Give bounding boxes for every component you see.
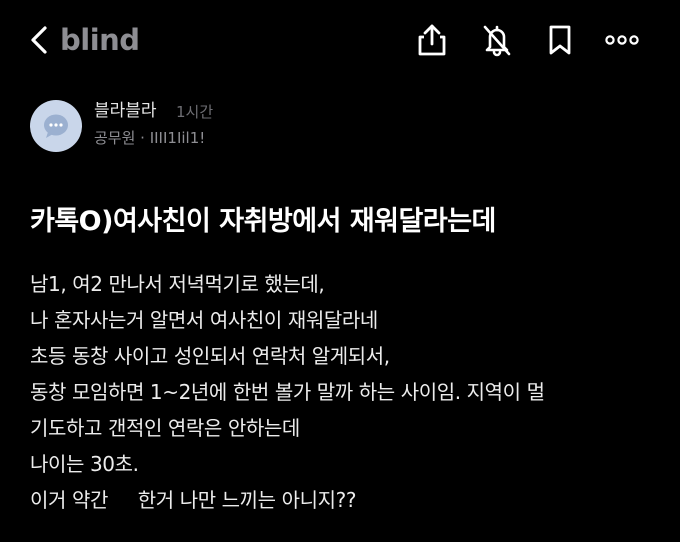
bookmark-icon [549, 25, 571, 55]
body-line: 동창 모임하면 1~2년에 한번 볼가 말까 하는 사이임. 지역이 멀 [30, 380, 545, 404]
blind-logo[interactable]: blind [60, 20, 140, 60]
chat-bubble-icon [44, 114, 68, 138]
body-line: 초등 동창 사이고 성인되서 연락처 알게되서, [30, 344, 390, 368]
back-button[interactable] [24, 22, 54, 58]
top-bar: blind [0, 0, 680, 80]
share-icon [418, 24, 446, 56]
post-body: 남1, 여2 만나서 저녁먹기로 했는데, 나 혼자사는거 알면서 여사친이 재… [30, 266, 670, 518]
post-time: 1시간 [176, 103, 214, 121]
more-horizontal-icon [605, 35, 639, 45]
bookmark-button[interactable] [540, 20, 580, 60]
body-line: 남1, 여2 만나서 저녁먹기로 했는데, [30, 272, 325, 296]
more-options-button[interactable] [602, 20, 642, 60]
share-button[interactable] [412, 20, 452, 60]
author-company[interactable]: 공무원 · IIII1Iil1! [94, 126, 205, 150]
notification-toggle-button[interactable] [477, 20, 517, 60]
avatar[interactable] [30, 100, 82, 152]
author-name[interactable]: 블라블라 [94, 98, 157, 124]
bell-off-icon [483, 25, 511, 57]
post-title: 카톡O)여사친이 자취방에서 재워달라는데 [30, 206, 496, 237]
body-line: 기도하고 갠적인 연락은 안하는데 [30, 416, 300, 440]
body-line: 나 혼자사는거 알면서 여사친이 재워달라네 [30, 308, 378, 332]
body-line: 나이는 30초. [30, 452, 139, 476]
chevron-left-icon [31, 26, 47, 54]
body-line: 이거 약간 한거 나만 느끼는 아니지?? [30, 488, 357, 512]
author-info: 블라블라 1시간 공무원 · IIII1Iil1! [30, 98, 630, 154]
